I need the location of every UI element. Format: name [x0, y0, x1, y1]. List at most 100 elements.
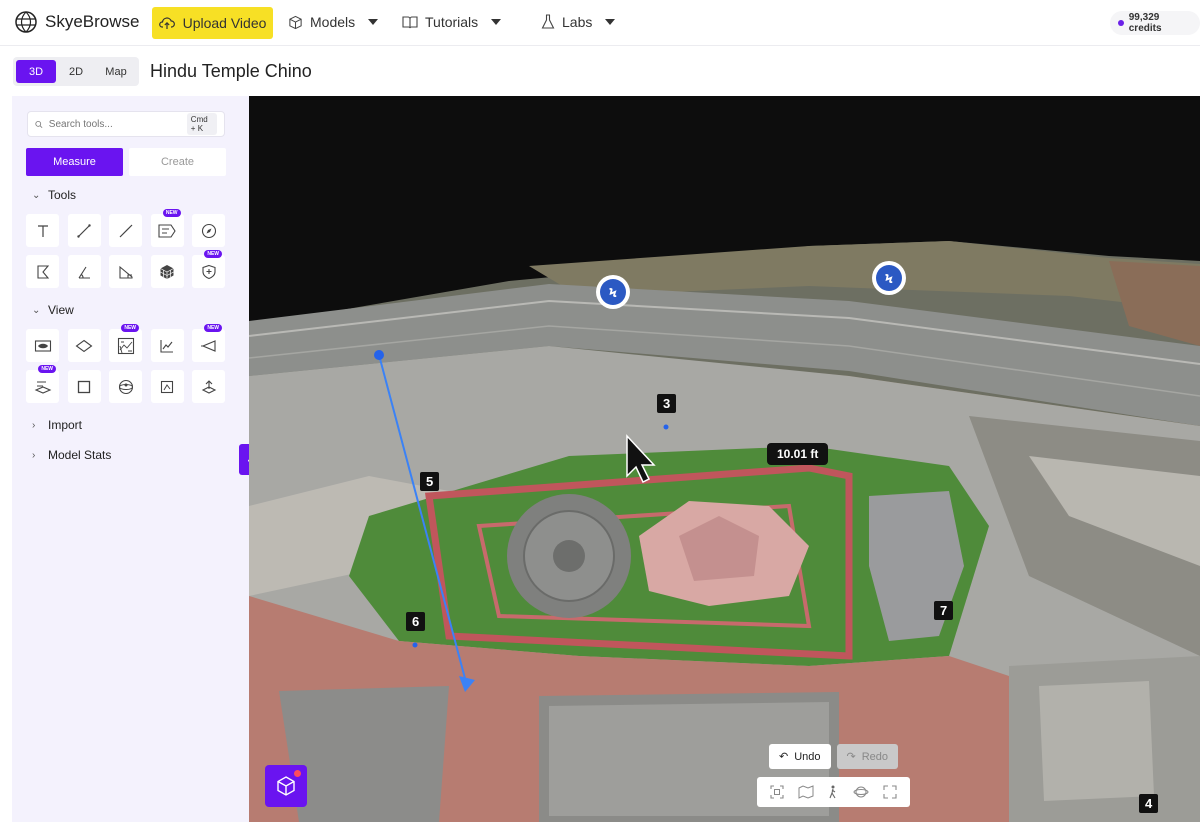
view-tool-plane[interactable]	[67, 329, 101, 362]
model-cube-button[interactable]	[265, 765, 307, 807]
nav-labs[interactable]: Labs	[541, 14, 616, 30]
undo-redo-bar: ↶ Undo ↷ Redo	[769, 744, 899, 769]
tool-compass[interactable]	[192, 214, 225, 247]
new-badge: NEW	[38, 365, 56, 373]
tab-measure[interactable]: Measure	[26, 148, 123, 176]
section-view-toggle[interactable]: ⌄ View	[32, 303, 74, 317]
chevron-down-icon	[605, 19, 616, 25]
redo-label: Redo	[861, 750, 889, 763]
section-model-stats-toggle[interactable]: › Model Stats	[32, 448, 111, 462]
chevron-down-icon	[368, 19, 379, 25]
section-import-label: Import	[48, 418, 83, 432]
pivot-icon	[201, 379, 216, 394]
walk-icon[interactable]	[827, 785, 839, 799]
compass-icon	[201, 223, 216, 238]
section-import-toggle[interactable]: › Import	[32, 418, 82, 432]
tab-create[interactable]: Create	[129, 148, 226, 176]
tool-line[interactable]	[109, 214, 142, 247]
chevron-down-icon: ⌄	[32, 304, 41, 316]
section-view-label: View	[48, 303, 74, 317]
tab-2d[interactable]: 2D	[56, 60, 96, 83]
point-label-7[interactable]: 7	[934, 601, 954, 620]
tool-annotation[interactable]: NEW	[150, 209, 184, 247]
section-icon	[34, 380, 51, 394]
chevron-down-icon: ⌄	[32, 189, 41, 201]
nav-tutorials[interactable]: Tutorials	[402, 14, 502, 30]
focus-icon[interactable]	[770, 785, 784, 799]
view-grid: NEW NEW NEW	[26, 324, 225, 403]
tools-sidebar: Cmd + K Measure Create ⌄ Tools NEW	[12, 96, 249, 822]
logo-icon	[15, 11, 37, 33]
map-fold-icon[interactable]	[798, 785, 814, 799]
logo[interactable]: SkyeBrowse	[14, 10, 139, 34]
view-tool-elevation[interactable]	[150, 329, 184, 362]
chevron-down-icon	[491, 19, 502, 25]
nav-models[interactable]: Models	[288, 14, 379, 30]
undo-button[interactable]: ↶ Undo	[769, 744, 831, 769]
view-tool-bounding-box[interactable]	[150, 370, 184, 403]
tool-slope[interactable]	[109, 255, 142, 288]
nav-models-label: Models	[310, 14, 356, 30]
new-badge: NEW	[204, 250, 222, 258]
book-icon	[402, 16, 418, 29]
angle-icon	[78, 266, 90, 279]
orbit-icon[interactable]	[853, 784, 869, 800]
tool-shield[interactable]: NEW	[192, 250, 225, 288]
3d-viewport[interactable]: Ϟ Ϟ 3 5 6 7 4 10.01 ft ↶ Undo ↷ Redo	[249, 96, 1200, 822]
annotation-icon	[158, 223, 176, 238]
location-pin-icon: Ϟ	[596, 275, 630, 309]
chevron-right-icon: ›	[32, 419, 36, 431]
page-title: Hindu Temple Chino	[150, 61, 312, 81]
slope-icon	[118, 265, 133, 279]
tool-distance[interactable]	[67, 214, 101, 247]
search-tools[interactable]: Cmd + K	[27, 111, 225, 137]
texture-icon	[117, 337, 134, 354]
tool-volume[interactable]	[150, 255, 184, 288]
navigation-toolbar	[757, 777, 910, 807]
line-icon	[119, 224, 132, 237]
credits-badge[interactable]: 99,329 credits	[1110, 11, 1200, 35]
status-dot	[1118, 20, 1124, 26]
nav-tutorials-label: Tutorials	[425, 14, 479, 30]
shortcut-hint: Cmd + K	[186, 113, 217, 135]
view-tool-eye[interactable]	[26, 329, 59, 362]
view-tool-pivot[interactable]	[192, 370, 225, 403]
undo-label: Undo	[794, 750, 821, 763]
view-tool-panorama[interactable]	[109, 370, 142, 403]
3d-model-scene: Ϟ Ϟ	[249, 96, 1200, 822]
point-label-6[interactable]: 6	[406, 612, 426, 631]
cube-outline-icon	[289, 15, 302, 29]
svg-text:Ϟ: Ϟ	[609, 286, 617, 300]
view-tool-crop-box[interactable]	[67, 370, 101, 403]
view-tool-section[interactable]: NEW	[26, 365, 59, 403]
fullscreen-icon[interactable]	[883, 785, 897, 799]
view-tool-viewpoint[interactable]: NEW	[192, 324, 225, 362]
new-badge: NEW	[121, 324, 139, 332]
plane-icon	[75, 339, 93, 352]
top-bar: SkyeBrowse Upload Video Models Tutorials…	[0, 0, 1200, 46]
tool-area[interactable]	[26, 255, 59, 288]
upload-video-label: Upload Video	[182, 15, 267, 31]
point-label-4[interactable]: 4	[1139, 794, 1159, 813]
upload-video-button[interactable]: Upload Video	[152, 7, 273, 39]
tool-text[interactable]	[26, 214, 59, 247]
elevation-chart-icon	[160, 339, 173, 353]
search-input[interactable]	[48, 118, 181, 130]
measurement-label: 10.01 ft	[767, 443, 829, 465]
view-tool-texture[interactable]: NEW	[109, 324, 142, 362]
section-tools-toggle[interactable]: ⌄ Tools	[32, 188, 76, 202]
new-badge: NEW	[204, 324, 222, 332]
point-label-3[interactable]: 3	[657, 394, 677, 413]
tab-map[interactable]: Map	[96, 60, 136, 83]
flask-icon	[541, 14, 555, 29]
view-tabs: 3D 2D Map	[13, 57, 139, 86]
credits-text: 99,329 credits	[1128, 12, 1162, 34]
point-label-5[interactable]: 5	[420, 472, 440, 491]
crop-box-icon	[77, 380, 91, 393]
upload-cloud-icon	[158, 17, 175, 29]
tool-angle[interactable]	[67, 255, 101, 288]
svg-text:Ϟ: Ϟ	[885, 272, 893, 286]
tab-3d[interactable]: 3D	[16, 60, 56, 83]
panorama-360-icon	[118, 379, 133, 394]
redo-button[interactable]: ↷ Redo	[836, 744, 899, 769]
